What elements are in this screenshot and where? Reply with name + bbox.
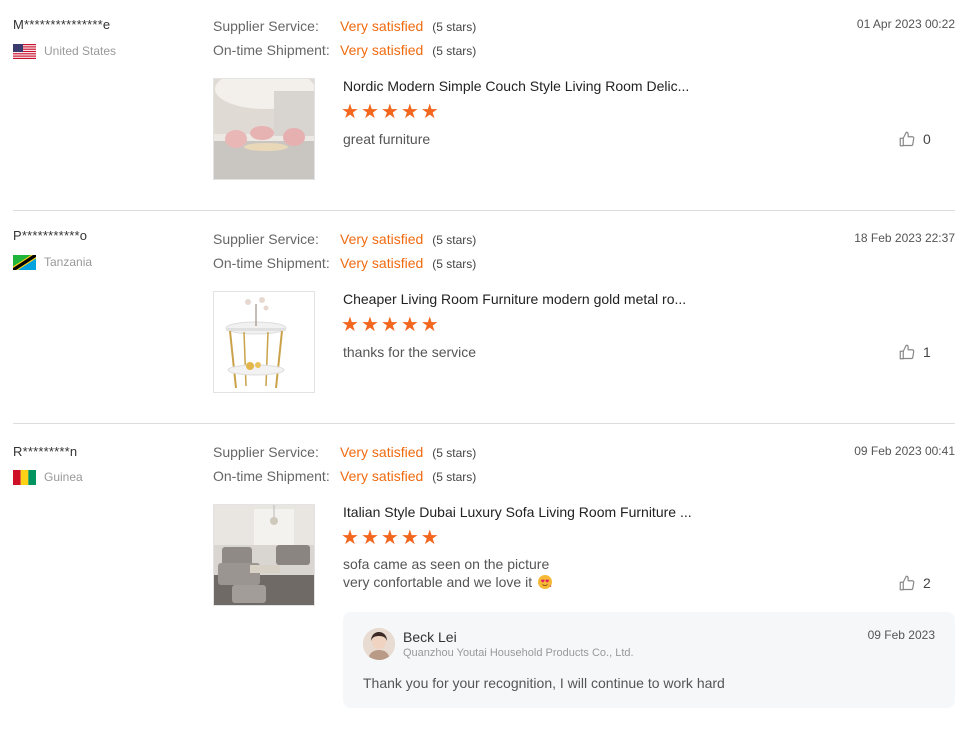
country-name: United States	[44, 44, 117, 58]
buyer-name: M***************e	[13, 17, 111, 32]
review-comment: thanks for the service	[343, 344, 477, 360]
ontime-shipment-value: Very satisfied	[340, 255, 424, 271]
star-icon: ★	[341, 101, 359, 123]
tanzania-flag-icon	[13, 254, 36, 270]
star-icon: ★	[380, 527, 399, 549]
supplier-service-value: Very satisfied	[340, 18, 424, 34]
star-icon: ★	[420, 527, 439, 549]
star-icon: ★	[380, 314, 399, 336]
star-icon: ★	[420, 314, 439, 336]
buyer-country: Guinea	[13, 469, 83, 485]
star-icon: ★	[341, 527, 359, 549]
rating-stars: ★ ★ ★ ★ ★	[341, 315, 439, 335]
supplier-service-label: Supplier Service:	[213, 444, 319, 460]
ontime-shipment-stars: (5 stars)	[432, 257, 477, 271]
rating-stars: ★ ★ ★ ★ ★	[341, 528, 439, 548]
ontime-shipment-label: On-time Shipment:	[213, 42, 330, 58]
like-count: 2	[923, 575, 931, 591]
star-icon: ★	[420, 101, 439, 123]
ontime-shipment-stars: (5 stars)	[432, 470, 477, 484]
ontime-shipment-stars: (5 stars)	[432, 44, 477, 58]
review-item: R*********n Guinea Supplier Service: Ver…	[0, 424, 963, 737]
product-thumbnail[interactable]	[213, 504, 315, 606]
star-icon: ★	[400, 101, 419, 123]
supplier-service-stars: (5 stars)	[432, 20, 477, 34]
review-item: P***********o Tanzania Supplier Service:…	[0, 211, 963, 424]
ontime-shipment-rating: On-time Shipment: Very satisfied (5 star…	[213, 468, 476, 484]
like-button[interactable]: 0	[898, 130, 931, 148]
review-comment: great furniture	[343, 131, 431, 147]
ontime-shipment-label: On-time Shipment:	[213, 468, 330, 484]
supplier-service-stars: (5 stars)	[432, 233, 477, 247]
like-count: 0	[923, 131, 931, 147]
rating-stars: ★ ★ ★ ★ ★	[341, 102, 439, 122]
reply-company-name: Quanzhou Youtai Household Products Co., …	[403, 647, 634, 659]
country-name: Tanzania	[44, 255, 93, 269]
avatar	[363, 628, 395, 660]
thumbs-up-icon[interactable]	[898, 130, 916, 148]
ontime-shipment-value: Very satisfied	[340, 468, 424, 484]
product-title-link[interactable]: Italian Style Dubai Luxury Sofa Living R…	[343, 504, 692, 520]
star-icon: ★	[400, 314, 419, 336]
review-comment-line: sofa came as seen on the picture	[343, 556, 550, 572]
supplier-service-rating: Supplier Service: Very satisfied (5 star…	[213, 444, 476, 460]
product-title-link[interactable]: Nordic Modern Simple Couch Style Living …	[343, 78, 689, 94]
star-icon: ★	[360, 314, 379, 336]
supplier-service-value: Very satisfied	[340, 231, 424, 247]
star-icon: ★	[400, 527, 419, 549]
ontime-shipment-rating: On-time Shipment: Very satisfied (5 star…	[213, 42, 476, 58]
buyer-name: R*********n	[13, 444, 78, 459]
review-comment-line: very confortable and we love it	[343, 574, 533, 590]
star-icon: ★	[360, 527, 379, 549]
product-thumbnail[interactable]	[213, 291, 315, 393]
guinea-flag-icon	[13, 469, 36, 485]
supplier-service-value: Very satisfied	[340, 444, 424, 460]
product-title-link[interactable]: Cheaper Living Room Furniture modern gol…	[343, 291, 686, 307]
supplier-service-label: Supplier Service:	[213, 231, 319, 247]
ontime-shipment-label: On-time Shipment:	[213, 255, 330, 271]
supplier-service-label: Supplier Service:	[213, 18, 319, 34]
star-icon: ★	[341, 314, 359, 336]
review-date: 18 Feb 2023 22:37	[854, 231, 955, 245]
heart-face-emoji-icon	[537, 574, 553, 590]
product-thumbnail[interactable]	[213, 78, 315, 180]
reply-date: 09 Feb 2023	[867, 628, 935, 642]
star-icon: ★	[380, 101, 399, 123]
ontime-shipment-rating: On-time Shipment: Very satisfied (5 star…	[213, 255, 476, 271]
country-name: Guinea	[44, 470, 83, 484]
supplier-reply: Beck Lei Quanzhou Youtai Household Produ…	[343, 612, 955, 708]
like-button[interactable]: 2	[898, 574, 931, 592]
thumbs-up-icon[interactable]	[898, 343, 916, 361]
us-flag-icon	[13, 43, 36, 59]
buyer-country: Tanzania	[13, 254, 92, 270]
like-button[interactable]: 1	[898, 343, 931, 361]
ontime-shipment-value: Very satisfied	[340, 42, 424, 58]
thumbs-up-icon[interactable]	[898, 574, 916, 592]
review-date: 09 Feb 2023 00:41	[854, 444, 955, 458]
buyer-country: United States	[13, 43, 116, 59]
star-icon: ★	[360, 101, 379, 123]
reply-author-name: Beck Lei	[403, 629, 457, 645]
review-date: 01 Apr 2023 00:22	[856, 17, 955, 31]
like-count: 1	[923, 344, 931, 360]
review-comment-line-wrap: very confortable and we love it	[343, 573, 553, 591]
supplier-service-rating: Supplier Service: Very satisfied (5 star…	[213, 18, 476, 34]
review-comment: sofa came as seen on the picture very co…	[343, 555, 553, 591]
reply-text: Thank you for your recognition, I will c…	[363, 675, 725, 691]
supplier-service-stars: (5 stars)	[432, 446, 477, 460]
supplier-service-rating: Supplier Service: Very satisfied (5 star…	[213, 231, 476, 247]
review-item: M***************e United States Supplier…	[0, 0, 963, 211]
buyer-name: P***********o	[13, 228, 88, 243]
